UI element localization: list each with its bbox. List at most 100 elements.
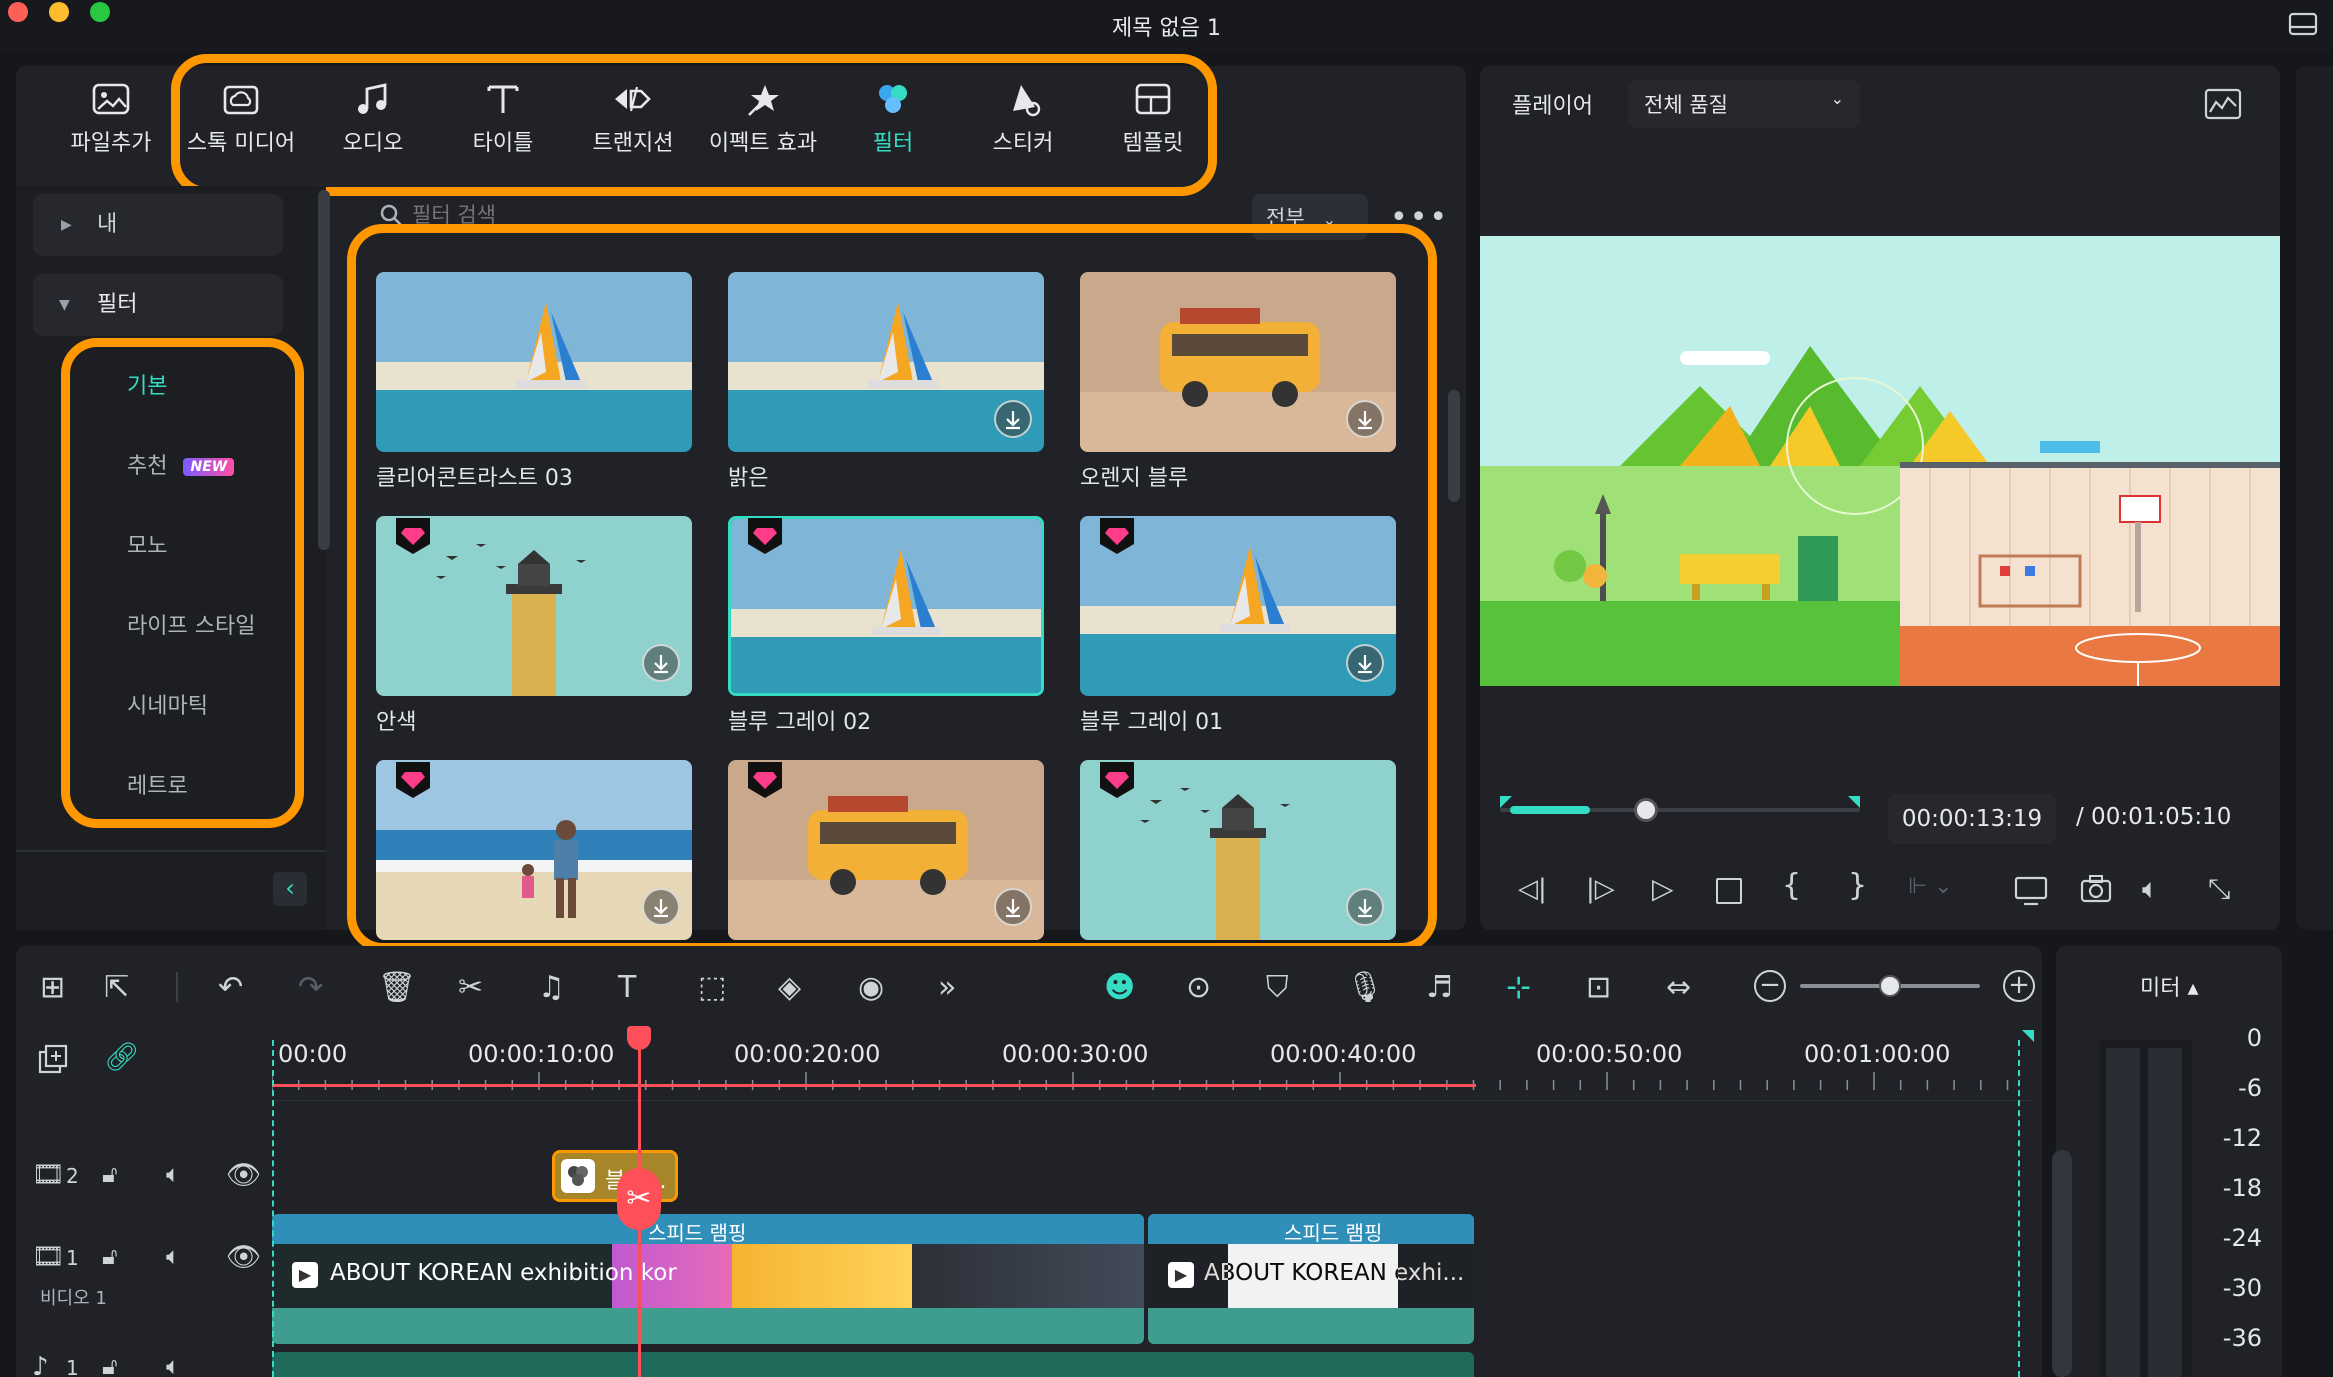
playhead-knob[interactable] xyxy=(1634,798,1658,822)
video-clip-2[interactable]: 스피드 램핑 ▶ ABOUT KOREAN exhi... xyxy=(1148,1214,1474,1344)
scopes-icon[interactable] xyxy=(2204,88,2242,120)
sidebar-item-filter[interactable]: ▼ 필터 xyxy=(33,274,283,336)
ai-face-icon[interactable]: ☻ xyxy=(1104,970,1135,1005)
delete-icon[interactable]: 🗑︎ xyxy=(378,970,416,1005)
clip-header-label: 스피드 램핑 xyxy=(1284,1221,1383,1245)
camera-icon[interactable] xyxy=(2080,874,2112,904)
quality-dropdown[interactable]: 전체 품질 ⌄ xyxy=(1628,80,1860,128)
sidebar-item-label: 내 xyxy=(97,212,118,237)
start-boundary xyxy=(272,1040,274,1377)
sidebar-item-label: 필터 xyxy=(97,292,138,317)
add-track-icon[interactable] xyxy=(38,1044,68,1074)
meter-db-label: -36 xyxy=(2222,1324,2262,1352)
collapse-sidebar-button[interactable]: ‹ xyxy=(273,872,307,906)
ruler-label: 00:00 xyxy=(278,1040,348,1068)
volume-icon[interactable]: 🔈︎ xyxy=(2142,872,2159,906)
sidebar-scrollbar[interactable] xyxy=(318,190,330,550)
collapse-arrow-icon: ▼ xyxy=(59,297,70,313)
more-tools-icon[interactable]: » xyxy=(938,970,956,1005)
thumb xyxy=(732,1244,912,1308)
fullscreen-icon[interactable]: ⤡ xyxy=(2208,872,2230,906)
toolbar-import-button[interactable]: 파일추가 xyxy=(52,75,170,185)
meter-title[interactable]: 미터 ▴ xyxy=(2140,970,2199,1002)
undo-icon[interactable]: ↶ xyxy=(218,970,243,1005)
mark-out-icon[interactable]: } xyxy=(1848,868,1867,903)
voiceover-icon[interactable]: 🎙︎ xyxy=(1346,970,1384,1005)
audio-mix-icon[interactable]: ♬ xyxy=(1426,970,1453,1005)
play-icon[interactable]: ▷ xyxy=(1652,872,1674,905)
meter-db-label: -12 xyxy=(2222,1124,2262,1152)
text-tool-icon[interactable]: T xyxy=(618,970,636,1005)
layout-icon[interactable] xyxy=(2288,12,2318,36)
redo-icon[interactable]: ↷ xyxy=(298,970,323,1005)
link-icon[interactable]: 🔗︎ xyxy=(104,1040,140,1073)
grid-scrollbar[interactable] xyxy=(1448,390,1460,502)
zoom-out-icon[interactable]: − xyxy=(1754,970,1786,1002)
fit-icon[interactable]: ⇔ xyxy=(1666,970,1691,1005)
total-time: / 00:01:05:10 xyxy=(2076,804,2232,830)
volume-icon[interactable]: 🔈︎ xyxy=(166,1160,180,1188)
marker-icon[interactable]: ⛉ xyxy=(1266,970,1289,1005)
display-icon[interactable] xyxy=(2014,876,2050,906)
track-header: ♪ 1 🔓︎ 🔈︎ xyxy=(30,1352,260,1377)
end-marker-icon[interactable] xyxy=(2022,1030,2034,1042)
track-number: 1 xyxy=(66,1246,79,1270)
stop-icon[interactable] xyxy=(1716,878,1742,904)
audio-track-icon: ♪ xyxy=(32,1352,49,1377)
meter-db-label: -6 xyxy=(2238,1074,2262,1102)
lock-icon[interactable]: 🔓︎ xyxy=(102,1160,118,1188)
volume-icon[interactable]: 🔈︎ xyxy=(166,1242,180,1270)
ruler-label: 00:00:40:00 xyxy=(1270,1040,1417,1068)
filter-clip-icon xyxy=(561,1159,595,1193)
lane-divider xyxy=(272,1100,2032,1101)
mask-icon[interactable]: ◈ xyxy=(778,970,801,1005)
in-marker-icon[interactable] xyxy=(1500,796,1512,808)
meter-db-label: -18 xyxy=(2222,1174,2262,1202)
snap-icon[interactable]: ⊹ xyxy=(1506,970,1531,1005)
playhead-handle[interactable] xyxy=(627,1026,651,1050)
clip-title: ABOUT KOREAN exhi... xyxy=(1204,1260,1465,1286)
audio-edit-icon[interactable]: ♫ xyxy=(538,970,565,1005)
ai-track-icon[interactable]: ⊡ xyxy=(1586,970,1611,1005)
video-clip-icon: ▶ xyxy=(1168,1262,1194,1288)
right-panel-edge xyxy=(2296,66,2333,930)
eye-icon[interactable]: 👁︎ xyxy=(226,1158,262,1191)
grid-layout-icon[interactable]: ⊞ xyxy=(40,970,65,1005)
crop-icon[interactable]: ⬚ xyxy=(698,970,726,1005)
prev-frame-icon[interactable]: ◁| xyxy=(1518,874,1547,904)
video-track-icon: 🎞︎ xyxy=(32,1242,66,1272)
ruler-label: 00:00:20:00 xyxy=(734,1040,881,1068)
track-name: 비디오 1 xyxy=(40,1288,107,1309)
next-frame-icon[interactable]: |▷ xyxy=(1586,874,1615,904)
mark-in-icon[interactable]: { xyxy=(1782,868,1801,903)
split-scissors-icon[interactable]: ✂ xyxy=(617,1168,661,1230)
meter-db-label: -30 xyxy=(2222,1274,2262,1302)
zoom-in-icon[interactable]: + xyxy=(2003,970,2035,1002)
video-clip-1[interactable]: 스피드 램핑 ▶ ABOUT KOREAN exhibition kor xyxy=(272,1214,1144,1344)
ruler-label: 00:01:00:00 xyxy=(1804,1040,1951,1068)
render-range-bar xyxy=(272,1084,1476,1087)
meter-bars xyxy=(2100,1040,2192,1377)
clip-header-label: 스피드 램핑 xyxy=(648,1221,747,1245)
eye-icon[interactable]: 👁︎ xyxy=(226,1240,262,1273)
select-tool-icon[interactable]: ⇱ xyxy=(104,970,129,1005)
render-preview-icon[interactable]: ⊙ xyxy=(1186,970,1211,1005)
lock-icon[interactable]: 🔓︎ xyxy=(102,1352,118,1377)
color-icon[interactable]: ◉ xyxy=(858,970,884,1005)
meter-db-label: 0 xyxy=(2246,1024,2262,1052)
ruler-label: 00:00:10:00 xyxy=(468,1040,615,1068)
snapshot-marker-icon: ⊩ ⌄ xyxy=(1908,874,1953,899)
lock-icon[interactable]: 🔓︎ xyxy=(102,1242,118,1270)
sidebar-item-my[interactable]: ▶ 내 xyxy=(33,194,283,256)
volume-icon[interactable]: 🔈︎ xyxy=(166,1352,180,1377)
audio-clip[interactable] xyxy=(272,1352,1474,1377)
zoom-slider-knob[interactable] xyxy=(1879,975,1901,997)
timeline-scrollbar[interactable] xyxy=(2052,1150,2072,1377)
player-tab[interactable]: 플레이어 xyxy=(1512,88,1593,120)
video-preview[interactable] xyxy=(1480,236,2280,686)
out-marker-icon[interactable] xyxy=(1848,796,1860,808)
cut-icon[interactable]: ✂ xyxy=(458,970,483,1005)
track-number: 1 xyxy=(66,1356,79,1377)
current-time[interactable]: 00:00:13:19 xyxy=(1888,794,2056,844)
ruler-label: 00:00:30:00 xyxy=(1002,1040,1149,1068)
